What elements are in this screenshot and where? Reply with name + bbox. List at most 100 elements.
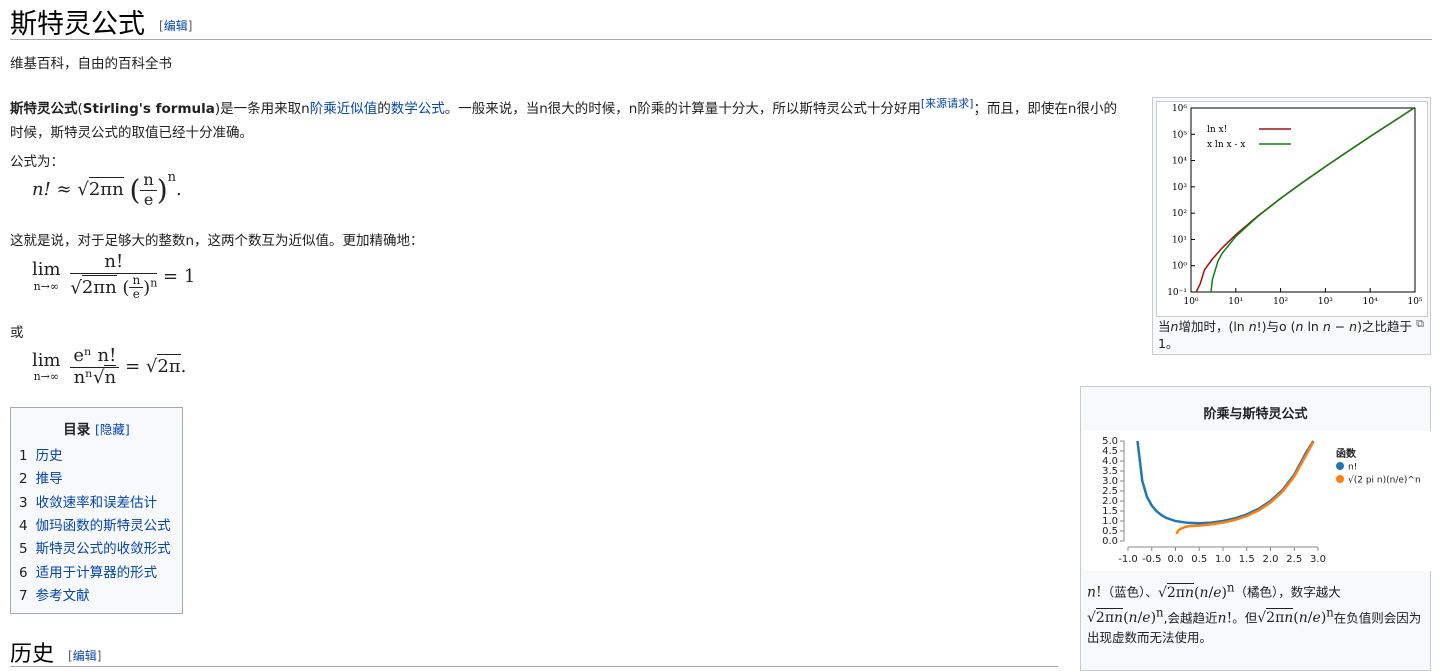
section-edit-label[interactable]: 编辑 bbox=[73, 649, 97, 663]
toc-item-number: 3 bbox=[19, 494, 28, 511]
limit2-den-sqrt: n bbox=[104, 364, 117, 388]
y-tick-label: 1.0 bbox=[1102, 516, 1118, 527]
caption-text: （蓝色）、 bbox=[1101, 584, 1158, 600]
y-tick-label: 0.5 bbox=[1102, 526, 1118, 537]
limit-den-exp: n bbox=[150, 275, 158, 289]
y-tick-label: 3.0 bbox=[1102, 476, 1118, 487]
formula-intro: 公式为： bbox=[10, 154, 64, 170]
page-title: 斯特灵公式 [编辑] bbox=[10, 2, 192, 41]
x-tick-label: 1.5 bbox=[1239, 554, 1255, 565]
toc-item-link[interactable]: 斯特灵公式的收敛形式 bbox=[36, 541, 171, 557]
formula-frac-num: n bbox=[140, 170, 157, 191]
lead-text: 是一条用来取n bbox=[220, 101, 310, 117]
caption-text: 当 bbox=[1158, 319, 1171, 334]
x-tick-label: -0.5 bbox=[1142, 554, 1162, 565]
limit-numerator: n! bbox=[70, 251, 158, 274]
x-tick-label: 1.0 bbox=[1215, 554, 1231, 565]
toc-item-link[interactable]: 收敛速率和误差估计 bbox=[36, 495, 158, 511]
stirling-formula: n! ≈ √2πn (n e)n. bbox=[32, 170, 182, 209]
toc-item[interactable]: 4 伽玛函数的斯特灵公式 bbox=[19, 514, 171, 534]
caption-text: − bbox=[1330, 319, 1350, 334]
toc-item[interactable]: 2 推导 bbox=[19, 467, 63, 487]
y-tick-label: 5.0 bbox=[1102, 436, 1118, 447]
infobox-title: 阶乘与斯特灵公式 bbox=[1203, 407, 1308, 422]
toc-item[interactable]: 1 历史 bbox=[19, 444, 63, 464]
caption-text: ln bbox=[1303, 319, 1323, 334]
lim-label: lim bbox=[32, 349, 61, 371]
thumbnail-loglog: 10⁰ 10¹ 10² 10³ 10⁴ 10⁵ 10⁻¹ 10⁰ 10¹ 10² 10³ 10⁴ 10⁵… bbox=[1152, 97, 1431, 355]
lead-bold-term: 斯特灵公式 bbox=[10, 101, 78, 117]
section-heading-history: 历史 [编辑] bbox=[10, 636, 101, 668]
x-tick-label: 0.5 bbox=[1191, 554, 1207, 565]
enlarge-icon[interactable]: ⧉ bbox=[1416, 317, 1424, 331]
x-tick-label: 10³ bbox=[1318, 297, 1333, 307]
toc-item-link[interactable]: 参考文献 bbox=[36, 588, 90, 604]
x-tick-label: 2.5 bbox=[1286, 554, 1302, 565]
y-tick-label: 10⁴ bbox=[1172, 157, 1187, 167]
legend-label: √(2 pi n)(n/e)^n bbox=[1348, 475, 1421, 486]
plot-frame bbox=[1190, 107, 1416, 293]
limit2-equals: = bbox=[125, 356, 146, 378]
section-divider bbox=[10, 666, 1058, 667]
toc-hide-toggle[interactable]: [隐藏] bbox=[95, 422, 130, 437]
caption-var: n bbox=[1322, 319, 1331, 334]
toc-item[interactable]: 5 斯特灵公式的收敛形式 bbox=[19, 537, 171, 557]
factorial-chart: 0.00.51.01.52.02.53.03.54.04.55.0-1.0 -0.… bbox=[1102, 436, 1421, 565]
caption-text: （橘色），数字越大 bbox=[1234, 584, 1341, 600]
section-edit-link[interactable]: [编辑] bbox=[68, 649, 101, 663]
legend-title: 函数 bbox=[1336, 447, 1357, 460]
edit-link-label[interactable]: 编辑 bbox=[164, 19, 188, 33]
x-tick-label: 10⁴ bbox=[1363, 297, 1378, 307]
limit-den-frac-den: e bbox=[132, 287, 140, 302]
link-factorial[interactable]: 阶乘 bbox=[310, 101, 337, 117]
legend-marker bbox=[1336, 462, 1344, 470]
toc-item-link[interactable]: 历史 bbox=[36, 448, 63, 464]
series-line bbox=[1136, 440, 1315, 525]
toc-item-number: 7 bbox=[19, 587, 28, 604]
infobox-factorial-chart: 阶乘与斯特灵公式 0.0 0.5 1.0 1.5 2.0 2.5 3.0 3.5 4.0 4.5 5… bbox=[1080, 386, 1431, 671]
link-approximation[interactable]: 近似值 bbox=[337, 101, 378, 117]
toc-item-link[interactable]: 伽玛函数的斯特灵公式 bbox=[36, 518, 171, 534]
toc-item-number: 2 bbox=[19, 471, 28, 488]
edit-section-link[interactable]: [编辑] bbox=[159, 19, 192, 33]
limit-rhs: = 1 bbox=[163, 266, 196, 288]
factorial-plot: 0.0 0.5 1.0 1.5 2.0 2.5 3.0 3.5 4.0 4.5 5.0 -1.0 -0.… bbox=[1084, 431, 1431, 571]
toc-title: 目录 bbox=[63, 422, 91, 438]
x-tick-label: 3.0 bbox=[1310, 554, 1326, 565]
paragraph-precise: 这就是说，对于足够大的整数n，这两个数互为近似值。更加精确地： bbox=[10, 233, 424, 249]
x-tick-label: 0.0 bbox=[1168, 554, 1184, 565]
toc-item-number: 6 bbox=[19, 564, 28, 581]
caption-var: n bbox=[1248, 319, 1257, 334]
series-line bbox=[1210, 106, 1416, 293]
toc-item[interactable]: 7 参考文献 bbox=[19, 584, 90, 604]
limit-den-sqrt: 2πn bbox=[81, 274, 117, 298]
y-tick-label: 10² bbox=[1172, 209, 1187, 219]
y-tick-label: 10⁰ bbox=[1172, 262, 1187, 272]
toc-item[interactable]: 3 收敛速率和误差估计 bbox=[19, 491, 157, 511]
toc-item[interactable]: 6 适用于计算器的形式 bbox=[19, 561, 157, 581]
loglog-plot-image[interactable]: 10⁰ 10¹ 10² 10³ 10⁴ 10⁵ 10⁻¹ 10⁰ 10¹ 10² 10³ 10⁴ 10⁵… bbox=[1156, 101, 1428, 317]
caption-text: 。但 bbox=[1232, 610, 1258, 626]
formula-sqrt: 2πn bbox=[88, 177, 124, 200]
toc-item-link[interactable]: 适用于计算器的形式 bbox=[36, 565, 158, 581]
y-tick-label: 4.5 bbox=[1102, 446, 1118, 457]
limit2-period: . bbox=[180, 356, 187, 378]
legend-marker bbox=[1336, 475, 1344, 483]
citation-needed-link[interactable]: [来源请求] bbox=[921, 97, 974, 110]
x-tick-label: 2.0 bbox=[1263, 554, 1279, 565]
toc-item-number: 1 bbox=[19, 448, 28, 464]
caption-text: ,会越趋近 bbox=[1163, 610, 1218, 626]
lead-bold-english: Stirling's formula bbox=[82, 101, 215, 117]
or-text: 或 bbox=[10, 325, 24, 341]
formula-frac-den: e bbox=[143, 189, 154, 209]
loglog-chart: 10⁰ 10¹ 10² 10³ 10⁴ 10⁵10⁻¹10⁰10¹10²10³10⁴10⁵… bbox=[1167, 104, 1423, 307]
link-math-formula[interactable]: 数学公式 bbox=[391, 101, 445, 117]
infobox-caption: n!（蓝色）、√2πn(n/e)n（橘色），数字越大 √2πn(n/e)n,会越… bbox=[1087, 580, 1422, 646]
formula-lhs: n! ≈ bbox=[32, 179, 78, 200]
x-tick-label: 10¹ bbox=[1228, 297, 1243, 307]
series-line bbox=[1195, 106, 1416, 293]
caption-var: n bbox=[1349, 319, 1358, 334]
toc-item-link[interactable]: 推导 bbox=[36, 471, 63, 487]
title-divider bbox=[10, 39, 1432, 40]
legend-label: x ln x - x bbox=[1207, 140, 1245, 150]
